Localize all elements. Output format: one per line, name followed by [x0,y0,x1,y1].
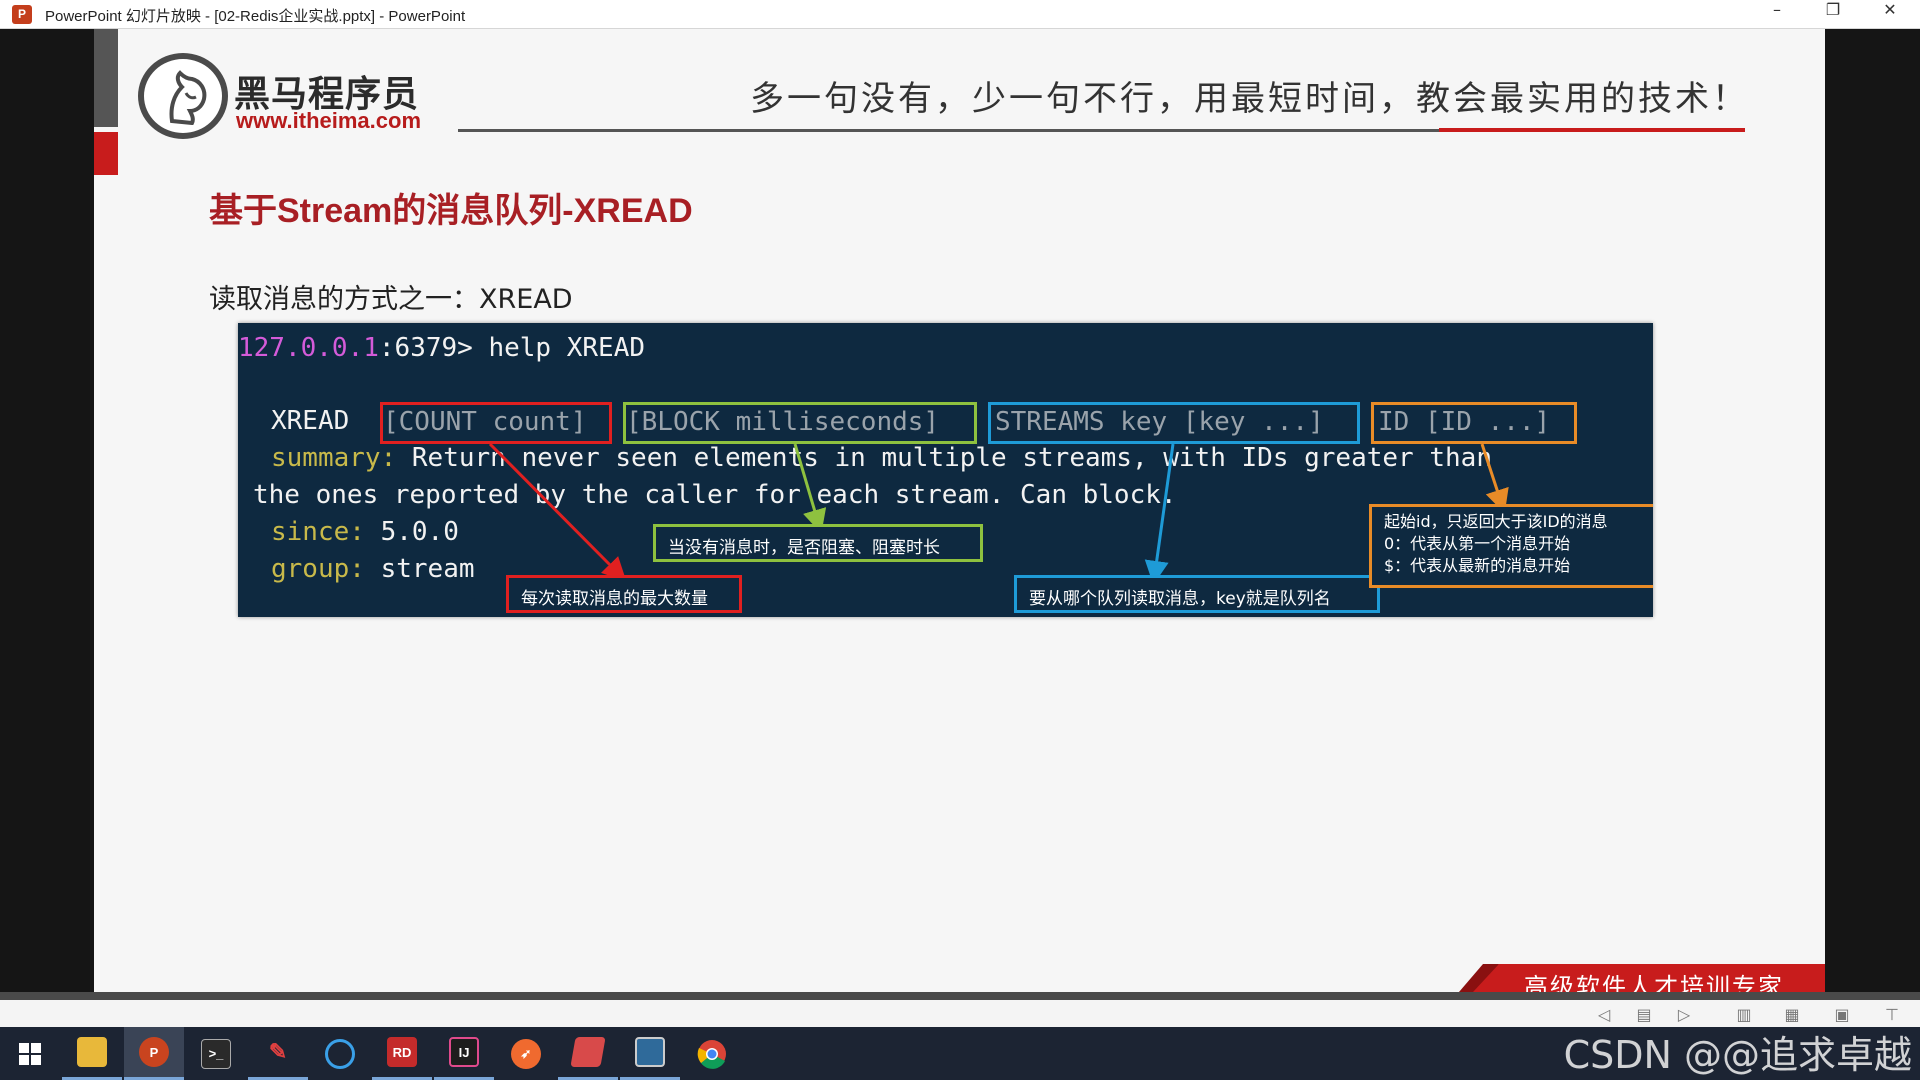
powerpoint-app-icon: P [12,5,32,24]
restore-button[interactable]: ❐ [1808,0,1858,29]
count-arrow [488,442,627,582]
reading-view-icon[interactable]: ▣ [1830,1005,1854,1025]
file-explorer-icon[interactable] [62,1027,122,1080]
slide-title: 基于Stream的消息队列-XREAD [209,192,693,230]
id-annotation-line-3: $：代表从最新的消息开始 [1384,556,1571,575]
screenshot-tool-icon[interactable] [620,1027,680,1080]
slide-subtitle: 读取消息的方式之一：XREAD [209,284,573,315]
key-annotation: 要从哪个队列读取消息，key就是队列名 [1014,575,1380,613]
ribbon-text: 高级软件人才培训专家 [1524,973,1784,992]
slideshow-left-margin [0,29,94,1002]
previous-slide-icon[interactable]: ◁ [1592,1005,1616,1025]
window-title: PowerPoint 幻灯片放映 - [02-Redis企业实战.pptx] -… [45,8,466,25]
header-accent-grey [94,29,118,127]
logo-url: www.itheima.com [236,108,422,133]
grid-view-icon[interactable]: ▦ [1780,1005,1804,1025]
app-icon[interactable] [558,1027,618,1080]
block-annotation: 当没有消息时，是否阻塞、阻塞时长 [653,524,983,562]
id-annotation: 起始id，只返回大于该ID的消息 0：代表从第一个消息开始 $：代表从最新的消息… [1369,504,1653,588]
powerpoint-taskbar-icon[interactable]: P [124,1027,184,1080]
header-divider-accent [1439,128,1745,132]
terminal-screenshot: 127.0.0.1:6379> help XREAD XREAD [COUNT … [238,323,1653,617]
close-button[interactable]: ✕ [1865,0,1915,29]
header-accent-red [94,132,118,175]
windows-start-icon[interactable] [0,1027,60,1080]
presenter-view-icon[interactable]: ⊤ [1880,1005,1904,1025]
next-slide-icon[interactable]: ▷ [1672,1005,1696,1025]
minimize-button[interactable]: – [1752,0,1802,29]
id-arrow [1480,443,1509,514]
slideshow-control-strip: ◁ ▤ ▷ ▥ ▦ ▣ ⊤ [0,992,1920,1027]
slideshow-right-margin [1825,29,1920,1002]
terminal-icon[interactable]: >_ [186,1027,246,1080]
chrome-icon[interactable] [682,1027,742,1080]
normal-view-icon[interactable]: ▥ [1732,1005,1756,1025]
slide[interactable]: 黑马程序员 www.itheima.com 多一句没有，少一句不行，用最短时间，… [94,29,1825,992]
redis-desktop-icon[interactable]: RD [372,1027,432,1080]
slide-slogan: 多一句没有，少一句不行，用最短时间，教会最实用的技术！ [750,79,1749,119]
slide-sorter-icon[interactable]: ▤ [1632,1005,1656,1025]
block-arrow [793,443,827,534]
horse-head-icon [169,70,207,125]
itheima-logo-icon [138,53,228,139]
intellij-icon[interactable]: IJ [434,1027,494,1080]
streams-arrow [1144,443,1175,585]
app-icon[interactable] [310,1027,370,1080]
window-title-bar: P PowerPoint 幻灯片放映 - [02-Redis企业实战.pptx]… [0,0,1920,29]
pen-icon[interactable]: ✎ [248,1027,308,1080]
id-annotation-line-2: 0：代表从第一个消息开始 [1384,534,1571,553]
csdn-watermark: CSDN @@追求卓越 [1563,1033,1912,1077]
id-annotation-line-1: 起始id，只返回大于该ID的消息 [1384,512,1608,531]
count-annotation: 每次读取消息的最大数量 [506,575,742,613]
postman-icon[interactable]: ➶ [496,1027,556,1080]
